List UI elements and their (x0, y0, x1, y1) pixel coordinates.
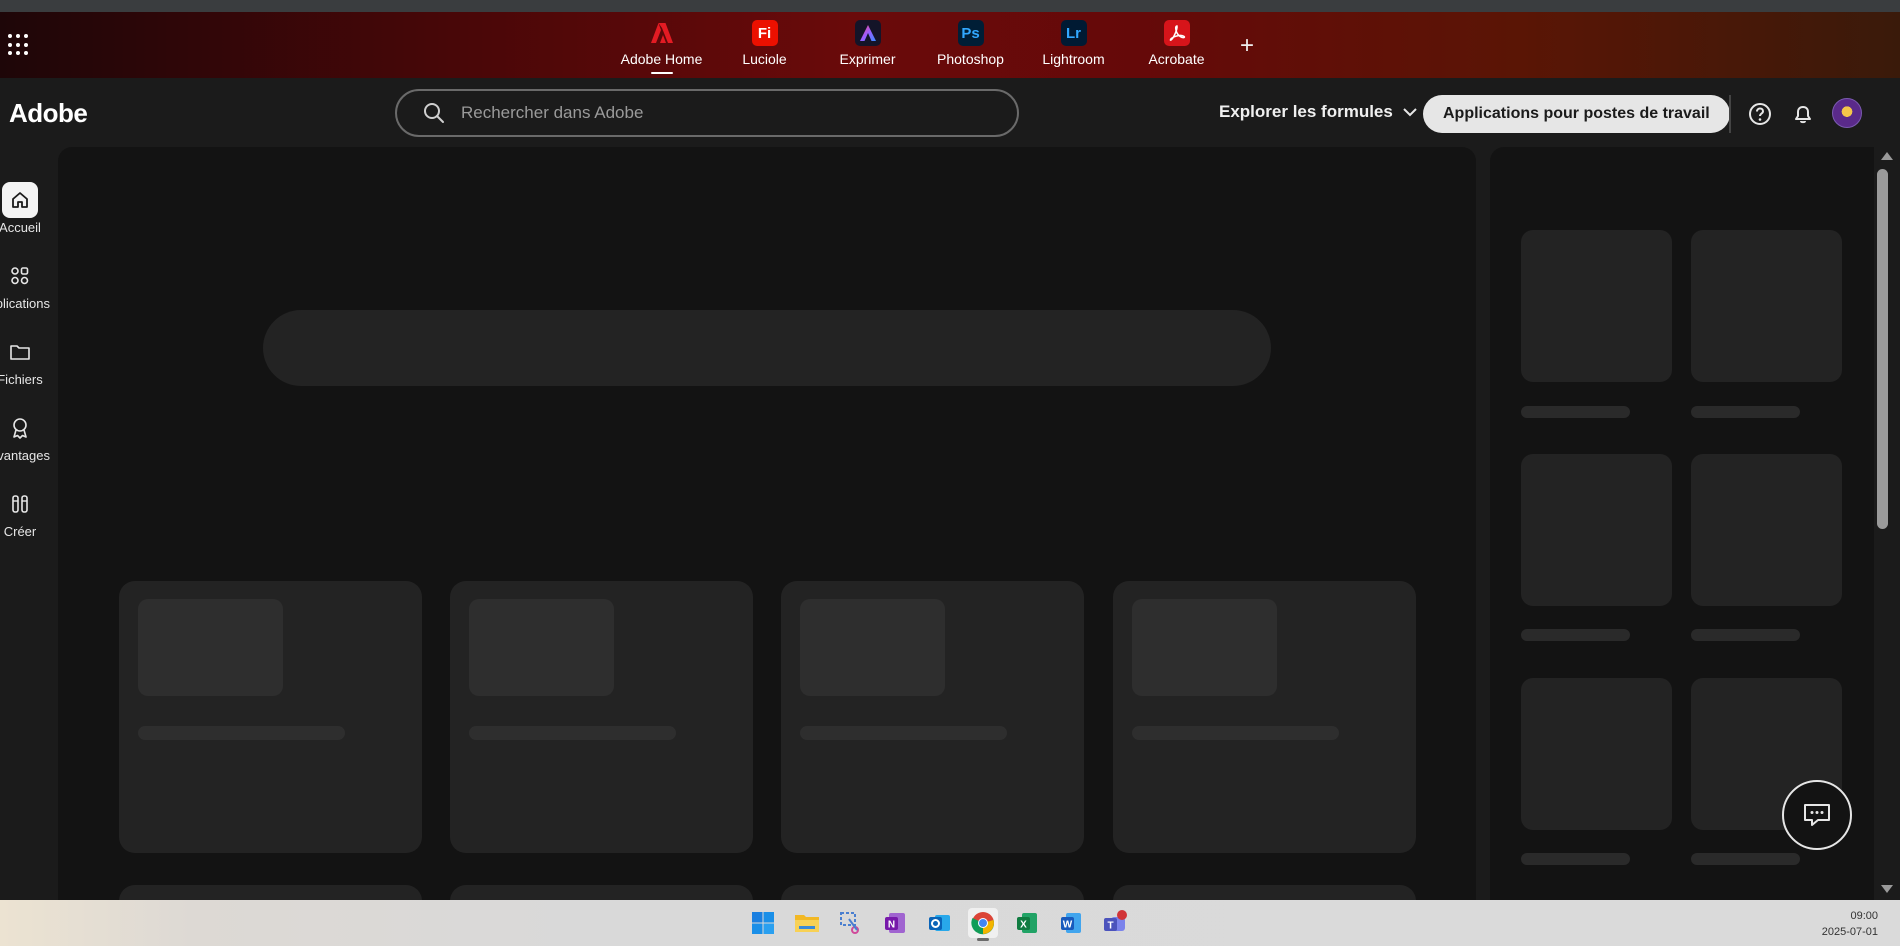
app-label: Photoshop (937, 51, 1004, 67)
add-app-icon[interactable]: + (1240, 32, 1254, 60)
explore-plans-dropdown[interactable]: Explorer les formules (1219, 102, 1417, 122)
notifications-bell-icon[interactable] (1790, 101, 1816, 127)
acrobat-icon (1163, 20, 1190, 46)
skeleton-card (781, 885, 1084, 900)
apps-grid-icon (2, 258, 38, 294)
firefly-icon: Fi (751, 20, 778, 46)
app-label: Luciole (742, 51, 787, 67)
app-lightroom[interactable]: Lr Lightroom (1022, 20, 1125, 67)
skeleton-tile (1521, 454, 1672, 606)
folder-icon (2, 334, 38, 370)
skeleton-tile (1521, 678, 1672, 830)
header: Adobe Rechercher dans Adobe Explorer les… (0, 78, 1900, 148)
explore-plans-label: Explorer les formules (1219, 102, 1393, 121)
clock-date: 2025-07-01 (1821, 926, 1878, 938)
snipping-tool-icon[interactable] (836, 908, 866, 938)
main-content-skeleton (58, 147, 1476, 900)
clock-time: 09:00 (1850, 910, 1878, 922)
skeleton-tile (1691, 230, 1842, 382)
svg-text:X: X (1020, 920, 1027, 931)
nav-item-creer[interactable]: Créer (0, 486, 40, 539)
skeleton-tile (1521, 230, 1672, 382)
file-explorer-icon[interactable] (792, 908, 822, 938)
app-label: Lightroom (1042, 51, 1105, 67)
skeleton-line (1521, 629, 1630, 641)
word-icon[interactable]: W (1056, 908, 1086, 938)
app-switcher-bar: Adobe Home Fi Luciole Exprimer Ps Photos… (0, 12, 1900, 78)
chrome-icon[interactable] (968, 908, 998, 941)
excel-icon[interactable]: X (1012, 908, 1042, 938)
skeleton-card (450, 885, 753, 900)
search-placeholder: Rechercher dans Adobe (461, 103, 644, 122)
nav-item-accueil[interactable]: Accueil (0, 182, 41, 235)
skeleton-card (119, 581, 422, 853)
home-icon (2, 182, 38, 218)
express-icon (854, 20, 881, 46)
svg-text:W: W (1063, 920, 1073, 931)
skeleton-card (450, 581, 753, 853)
nav-label: Fichiers (0, 372, 43, 387)
nav-label: Avantages (0, 448, 50, 463)
search-input[interactable]: Rechercher dans Adobe (395, 89, 1019, 137)
search-icon (424, 103, 444, 123)
lightroom-icon: Lr (1060, 20, 1087, 46)
user-avatar[interactable] (1832, 98, 1862, 128)
skeleton-line (1691, 629, 1800, 641)
app-exprimer[interactable]: Exprimer (816, 20, 919, 67)
photoshop-icon: Ps (957, 20, 984, 46)
app-label: Exprimer (839, 51, 896, 67)
adobe-home-icon (649, 20, 675, 46)
teams-icon[interactable]: T (1100, 908, 1130, 938)
onenote-icon[interactable]: N (880, 908, 910, 938)
skeleton-card (1113, 885, 1416, 900)
windows-taskbar: N X W T 09:00 2025-07-01 (0, 900, 1900, 946)
outlook-icon[interactable] (924, 908, 954, 938)
scroll-down-arrow-icon[interactable] (1881, 885, 1893, 893)
app-photoshop[interactable]: Ps Photoshop (919, 20, 1022, 67)
taskbar-icons: N X W T (748, 908, 1130, 941)
chat-button[interactable] (1782, 780, 1852, 850)
app-label: Acrobate (1148, 51, 1205, 67)
windows-start-icon[interactable] (748, 908, 778, 938)
skeleton-line (1521, 853, 1630, 865)
skeleton-card (119, 885, 422, 900)
nav-label: Accueil (0, 220, 41, 235)
page-scrollbar[interactable] (1874, 147, 1900, 900)
app-label: Adobe Home (620, 51, 703, 67)
app-switcher-list: Adobe Home Fi Luciole Exprimer Ps Photos… (610, 20, 1228, 74)
nav-item-fichiers[interactable]: Fichiers (0, 334, 43, 387)
scroll-up-arrow-icon[interactable] (1881, 152, 1893, 160)
adobe-logo[interactable]: Adobe (9, 98, 88, 129)
app-adobe-home[interactable]: Adobe Home (610, 20, 713, 74)
skeleton-line (1691, 853, 1800, 865)
header-divider (1729, 95, 1731, 133)
nav-item-avantages[interactable]: Avantages (0, 410, 50, 463)
help-icon[interactable] (1747, 101, 1773, 127)
skeleton-line (1691, 406, 1800, 418)
app-acrobate[interactable]: Acrobate (1125, 20, 1228, 67)
skeleton-card (1113, 581, 1416, 853)
browser-top-strip (0, 0, 1900, 12)
skeleton-line (1521, 406, 1630, 418)
nav-label: Applications (0, 296, 50, 311)
scrollbar-thumb[interactable] (1877, 169, 1888, 529)
left-nav: Accueil Applications Fichiers Avantages … (0, 148, 58, 900)
chat-bubble-icon (1804, 804, 1830, 826)
skeleton-banner (263, 310, 1271, 386)
nav-item-applications[interactable]: Applications (0, 258, 50, 311)
skeleton-tile (1691, 454, 1842, 606)
app-grid-icon[interactable] (8, 34, 30, 56)
svg-text:N: N (888, 920, 895, 931)
chevron-down-icon (1403, 108, 1417, 117)
app-luciole[interactable]: Fi Luciole (713, 20, 816, 67)
nav-label: Créer (3, 524, 37, 539)
svg-text:T: T (1107, 921, 1113, 932)
create-icon (2, 486, 38, 522)
desktop-apps-button[interactable]: Applications pour postes de travail (1423, 95, 1730, 133)
skeleton-card (781, 581, 1084, 853)
award-icon (2, 410, 38, 446)
taskbar-clock[interactable]: 09:00 2025-07-01 (1822, 908, 1878, 940)
